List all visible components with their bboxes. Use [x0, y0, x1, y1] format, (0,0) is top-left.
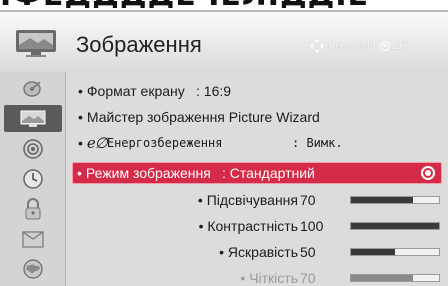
- ok-hint-label: OK: [393, 40, 409, 52]
- menu-content: • Формат екрану : 16:9 • Майстер зображе…: [72, 72, 448, 286]
- picture-mode-row: • Режим зображення : Стандартний: [77, 165, 315, 181]
- setting-value: 70: [300, 192, 316, 208]
- clock-icon: [23, 168, 43, 189]
- setting-row[interactable]: • Підсвічування 70: [72, 189, 448, 211]
- setting-level-fill: [351, 197, 413, 203]
- list-item-picture-mode[interactable]: • Режим зображення : Стандартний: [72, 162, 442, 184]
- move-arrows-icon: [310, 39, 324, 53]
- lock-icon: [25, 197, 41, 219]
- setting-label-text: • Чіткість: [240, 270, 298, 286]
- setting-level-fill: [351, 249, 395, 255]
- eco-leaf-icon: e∅: [86, 134, 108, 152]
- setting-label: • Підсвічування: [72, 189, 298, 211]
- setting-label-text: • Яскравість: [219, 244, 298, 260]
- picture-menu-icon: [16, 30, 56, 57]
- sidebar-item-picture[interactable]: [4, 105, 62, 132]
- picture-mode-label: Режим зображення: [85, 165, 211, 181]
- ok-button-icon: [379, 41, 390, 51]
- setting-label-text: • Підсвічування: [197, 192, 298, 208]
- speaker-icon: [23, 138, 43, 159]
- setting-level-bar[interactable]: [350, 222, 440, 230]
- move-hint-label: Перемістч: [328, 40, 376, 52]
- setting-value: 70: [300, 270, 316, 286]
- sidebar-item-audio[interactable]: [4, 135, 62, 162]
- setting-label-text: • Контрастність: [198, 218, 298, 234]
- menu-header: Зображення Перемістч OK: [0, 12, 448, 72]
- globe-icon: [23, 258, 43, 279]
- setting-row[interactable]: • Чіткість 70: [72, 267, 448, 286]
- cropped-page-heading: ІФЕДДДДЕ ІЕЛІДДІЕ: [0, 0, 448, 8]
- setting-row[interactable]: • Яскравість 50: [72, 241, 448, 263]
- category-sidebar: [0, 72, 66, 286]
- setting-level-bar[interactable]: [350, 274, 440, 282]
- setting-level-bar[interactable]: [350, 196, 440, 204]
- picture-wizard-label: Майстер зображення Picture Wizard: [86, 109, 320, 125]
- setting-row[interactable]: • Контрастність 100: [72, 215, 448, 237]
- energy-saving-value: : Вимк.: [292, 136, 343, 150]
- setting-level-fill: [351, 275, 413, 281]
- setting-level-fill: [351, 223, 439, 229]
- navigation-hint: Перемістч OK: [310, 39, 408, 53]
- tv-picture-icon: [20, 110, 46, 127]
- sidebar-item-lock[interactable]: [4, 195, 62, 222]
- setting-label: • Чіткість: [72, 267, 298, 286]
- list-item-picture-wizard[interactable]: • Майстер зображення Picture Wizard: [78, 106, 320, 128]
- list-item-aspect-ratio[interactable]: • Формат екрану : 16:9: [78, 80, 231, 102]
- list-item-energy-saving[interactable]: • e∅ Енергозбереження : Вимк.: [78, 132, 343, 154]
- menu-title: Зображення: [76, 32, 202, 57]
- energy-saving-label: Енергозбереження: [106, 136, 223, 150]
- satellite-dish-icon: [23, 80, 41, 97]
- picture-mode-value: : Стандартний: [222, 165, 315, 181]
- sidebar-item-network[interactable]: [4, 255, 62, 282]
- sidebar-item-options[interactable]: [4, 225, 62, 252]
- aspect-ratio-value: : 16:9: [196, 83, 232, 99]
- setting-value: 50: [300, 244, 316, 260]
- setting-label: • Яскравість: [72, 241, 298, 263]
- tv-osd-menu: Зображення Перемістч OK • Формат екрану …: [0, 10, 448, 286]
- setting-value: 100: [300, 218, 324, 234]
- setting-label: • Контрастність: [72, 215, 298, 237]
- options-box-icon: [22, 230, 44, 248]
- setting-level-bar[interactable]: [350, 248, 440, 256]
- aspect-ratio-label: Формат екрану: [86, 83, 185, 99]
- sidebar-item-setup[interactable]: [4, 76, 62, 103]
- radio-selected-icon: [421, 166, 435, 180]
- sidebar-item-time[interactable]: [4, 165, 62, 192]
